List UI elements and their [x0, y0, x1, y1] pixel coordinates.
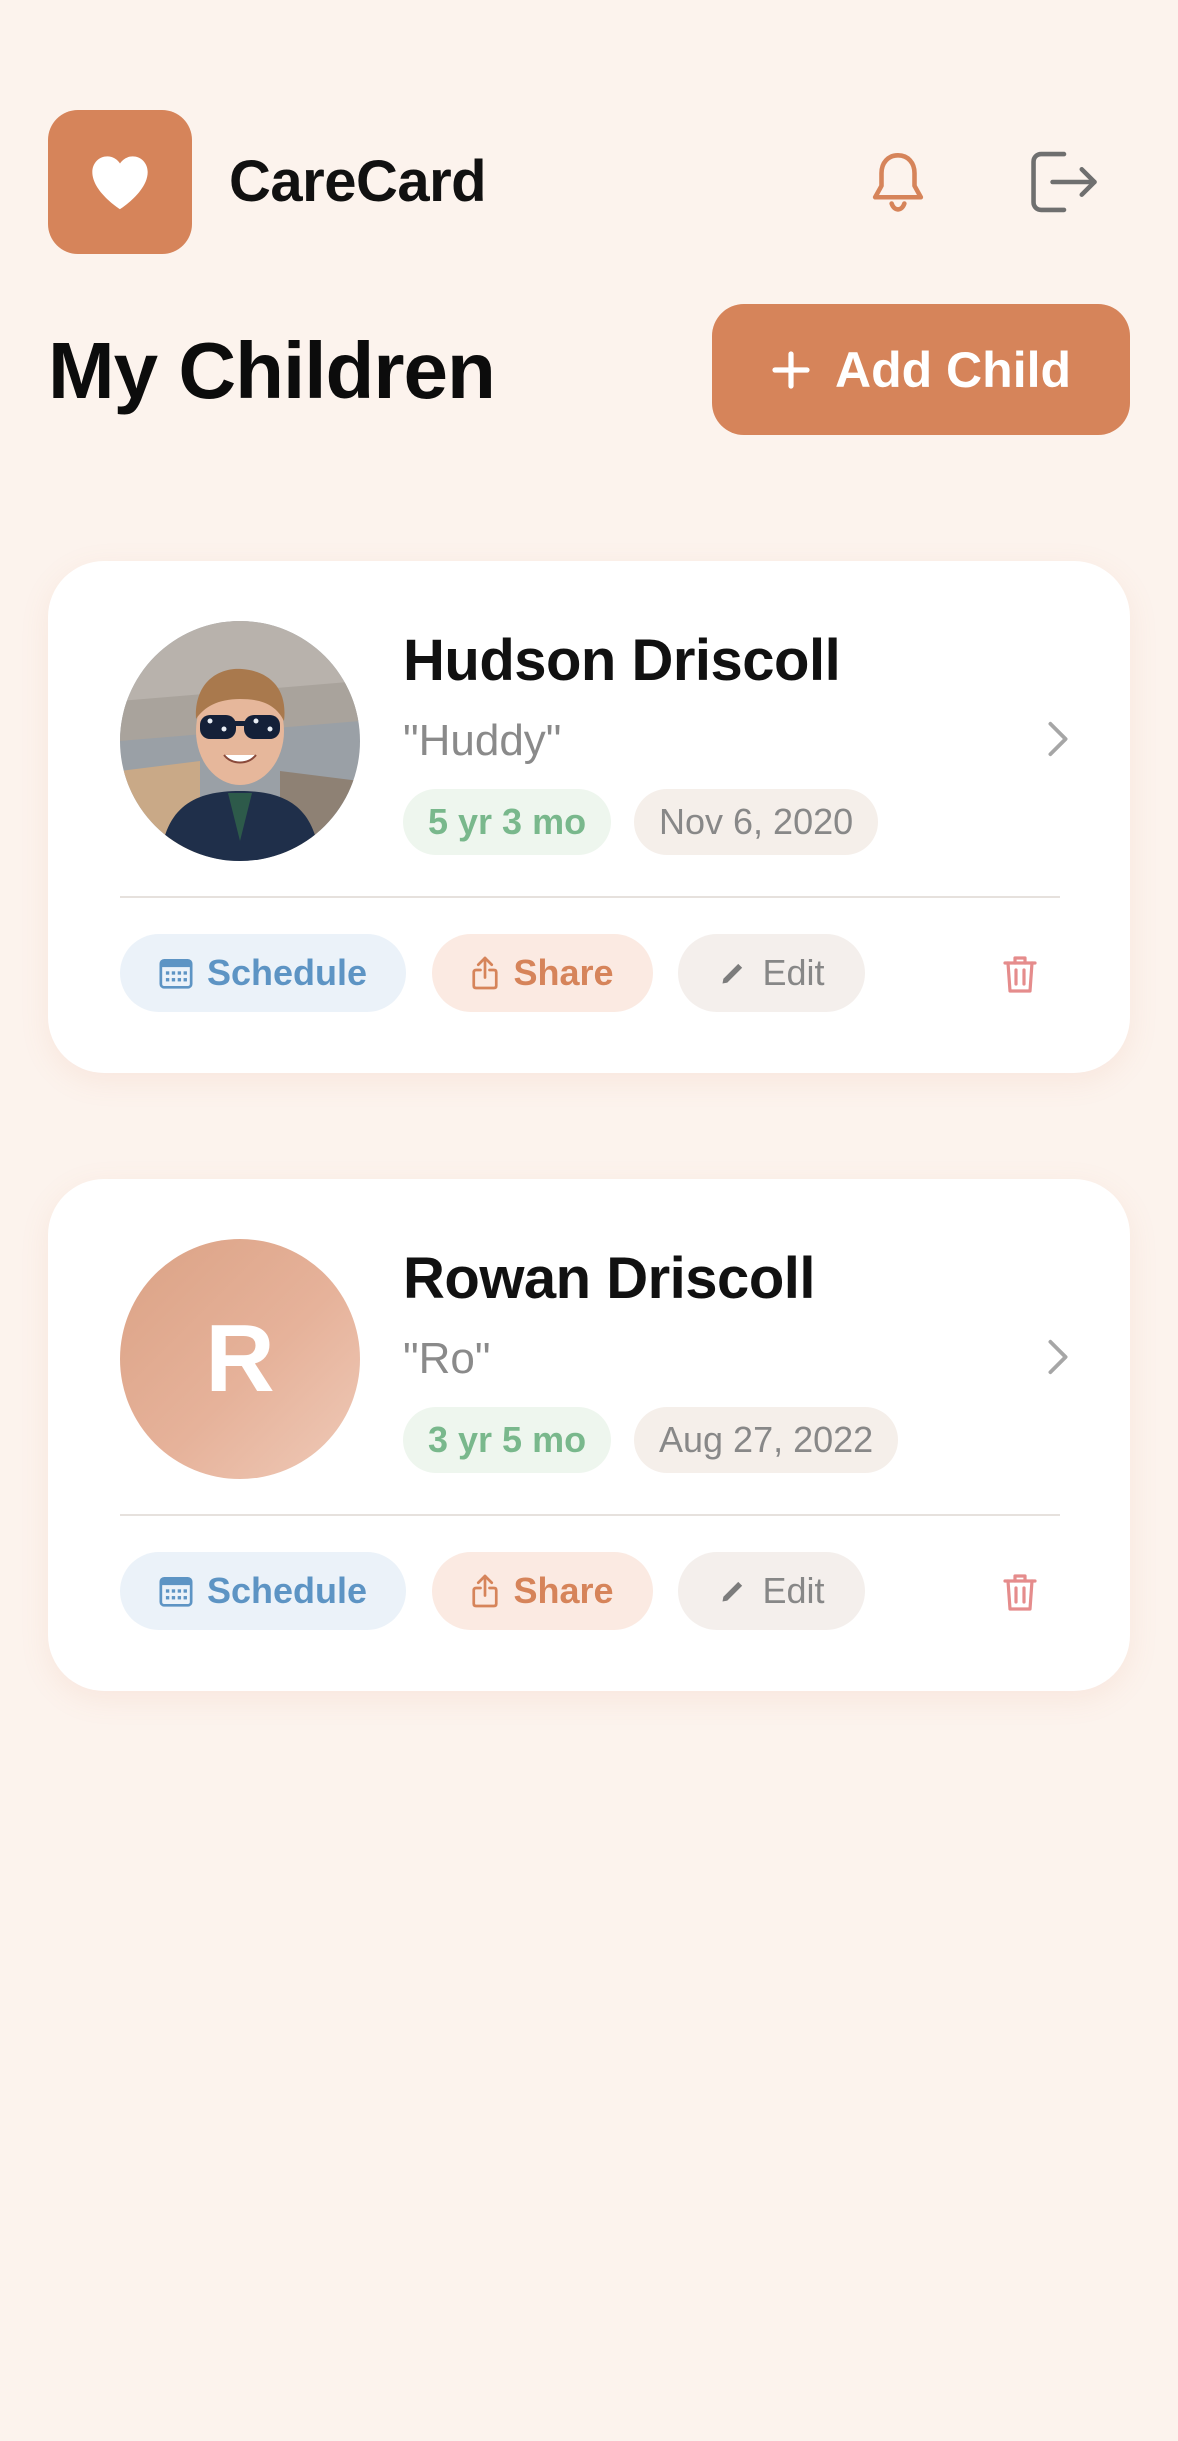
delete-button[interactable]: [990, 944, 1050, 1004]
plus-icon: [772, 350, 810, 389]
child-card[interactable]: Hudson Driscoll "Huddy" 5 yr 3 mo Nov 6,…: [48, 561, 1130, 1073]
add-child-button[interactable]: Add Child: [712, 304, 1130, 435]
logout-button[interactable]: [1024, 142, 1104, 222]
schedule-button[interactable]: Schedule: [120, 934, 406, 1012]
trash-icon: [1003, 1574, 1037, 1611]
calendar-icon: [159, 1577, 193, 1607]
share-label: Share: [513, 952, 614, 993]
child-card[interactable]: R Rowan Driscoll "Ro" 3 yr 5 mo Aug 27, …: [48, 1179, 1130, 1691]
logout-icon: [1031, 151, 1097, 213]
add-child-label: Add Child: [834, 341, 1072, 398]
app-header: CareCard: [48, 110, 1130, 254]
chevron-right-icon[interactable]: [1028, 1327, 1088, 1387]
child-avatar-initial: R: [120, 1239, 360, 1479]
child-avatar-photo: [120, 621, 360, 861]
pencil-icon: [722, 963, 743, 984]
trash-icon: [1003, 956, 1037, 993]
birthdate-badge: Nov 6, 2020: [634, 789, 879, 855]
share-icon: [472, 1574, 499, 1608]
share-button[interactable]: Share: [432, 934, 653, 1012]
app-logo: [48, 110, 192, 254]
share-icon: [472, 956, 499, 990]
child-nickname: "Huddy": [403, 716, 562, 765]
schedule-label: Schedule: [206, 952, 368, 993]
age-badge: 5 yr 3 mo: [403, 789, 612, 855]
child-nickname: "Ro": [403, 1334, 491, 1383]
schedule-button[interactable]: Schedule: [120, 1552, 406, 1630]
edit-label: Edit: [762, 952, 825, 993]
bell-icon: [872, 153, 924, 212]
edit-button[interactable]: Edit: [678, 1552, 865, 1630]
child-name: Hudson Driscoll: [403, 628, 841, 693]
app-title: CareCard: [229, 149, 487, 214]
notifications-button[interactable]: [858, 142, 938, 222]
age-badge: 3 yr 5 mo: [403, 1407, 612, 1473]
birthdate-badge: Aug 27, 2022: [634, 1407, 899, 1473]
card-divider: [120, 1514, 1060, 1516]
avatar-initial: R: [205, 1305, 275, 1412]
edit-label: Edit: [762, 1570, 825, 1611]
chevron-right-icon[interactable]: [1028, 709, 1088, 769]
schedule-label: Schedule: [206, 1570, 368, 1611]
calendar-icon: [159, 959, 193, 989]
delete-button[interactable]: [990, 1562, 1050, 1622]
pencil-icon: [722, 1581, 743, 1602]
edit-button[interactable]: Edit: [678, 934, 865, 1012]
heart-icon: [92, 156, 148, 210]
share-label: Share: [513, 1570, 614, 1611]
share-button[interactable]: Share: [432, 1552, 653, 1630]
page-title: My Children: [48, 326, 496, 415]
child-name: Rowan Driscoll: [403, 1246, 815, 1311]
card-divider: [120, 896, 1060, 898]
